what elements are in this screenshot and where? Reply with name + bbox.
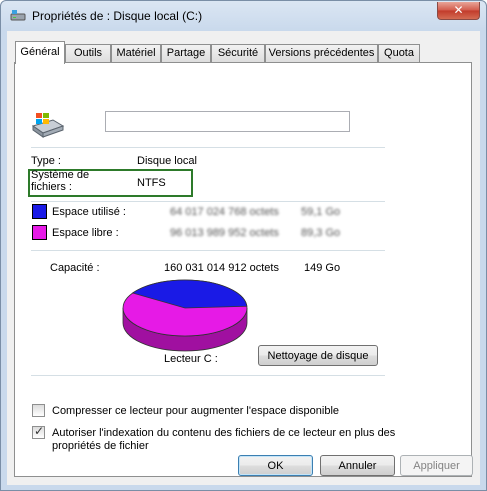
drive-icon (10, 10, 26, 21)
used-space-swatch (32, 204, 47, 219)
close-icon: ✕ (453, 3, 464, 17)
free-space-gb: 89,3 Go (301, 227, 341, 239)
title-bar[interactable]: Propriétés de : Disque local (C:) ✕ (1, 1, 486, 31)
close-button[interactable]: ✕ (437, 2, 480, 20)
filesystem-label-line2: fichiers : (31, 181, 72, 193)
filesystem-label: Système de fichiers : (31, 169, 89, 193)
separator (31, 250, 385, 251)
tab-label: Sécurité (217, 47, 259, 59)
index-label-line2: propriétés de fichier (52, 440, 149, 452)
type-label: Type : (31, 155, 61, 167)
tab-label: Quota (384, 47, 414, 59)
dialog-client: Général Outils Matériel Partage Sécurité… (7, 31, 480, 485)
tab-label: Versions précédentes (268, 47, 375, 59)
tab-tools[interactable]: Outils (65, 44, 111, 63)
tab-security[interactable]: Sécurité (211, 44, 265, 63)
capacity-label: Capacité : (50, 262, 100, 274)
filesystem-value: NTFS (137, 177, 166, 189)
separator (31, 201, 385, 202)
tab-general[interactable]: Général (15, 41, 65, 64)
used-space-bytes: 64 017 024 768 octets (170, 206, 279, 218)
tab-sharing[interactable]: Partage (161, 44, 211, 63)
hard-drive-icon (31, 113, 65, 138)
index-label-line1: Autoriser l'indexation du contenu des fi… (52, 427, 396, 439)
index-checkbox[interactable]: ✓ (32, 424, 45, 439)
disk-usage-pie (122, 279, 248, 352)
used-space-gb: 59,1 Go (301, 206, 341, 218)
tab-hardware[interactable]: Matériel (111, 44, 161, 63)
type-value: Disque local (137, 155, 197, 167)
window-title: Propriétés de : Disque local (C:) (32, 9, 203, 23)
cancel-button[interactable]: Annuler (320, 455, 395, 476)
drive-name-input[interactable] (105, 111, 350, 132)
apply-button[interactable]: Appliquer (400, 455, 473, 476)
drive-label: Lecteur C : (164, 353, 218, 365)
tab-quota[interactable]: Quota (378, 44, 420, 63)
compress-label: Compresser ce lecteur pour augmenter l'e… (52, 405, 340, 417)
tab-label: Partage (166, 47, 206, 59)
tab-label: Général (20, 46, 60, 58)
properties-dialog: Propriétés de : Disque local (C:) ✕ Géné… (0, 0, 487, 491)
tab-label: Outils (73, 47, 103, 59)
ok-button[interactable]: OK (238, 455, 313, 476)
general-panel: Type : Disque local Système de fichiers … (14, 62, 472, 477)
used-space-label: Espace utilisé : (52, 206, 126, 218)
compress-checkbox[interactable] (32, 404, 45, 417)
checkmark-icon: ✓ (34, 424, 45, 438)
index-label: Autoriser l'indexation du contenu des fi… (52, 427, 395, 453)
free-space-label: Espace libre : (52, 227, 119, 239)
separator (31, 375, 385, 376)
tab-previous-versions[interactable]: Versions précédentes (265, 44, 378, 63)
free-space-swatch (32, 225, 47, 240)
tab-label: Matériel (116, 47, 156, 59)
capacity-gb: 149 Go (304, 262, 341, 274)
free-space-bytes: 96 013 989 952 octets (170, 227, 279, 239)
filesystem-label-line1: Système de (31, 169, 90, 181)
capacity-bytes: 160 031 014 912 octets (164, 262, 279, 274)
separator (31, 147, 385, 148)
disk-cleanup-button[interactable]: Nettoyage de disque (258, 345, 378, 366)
